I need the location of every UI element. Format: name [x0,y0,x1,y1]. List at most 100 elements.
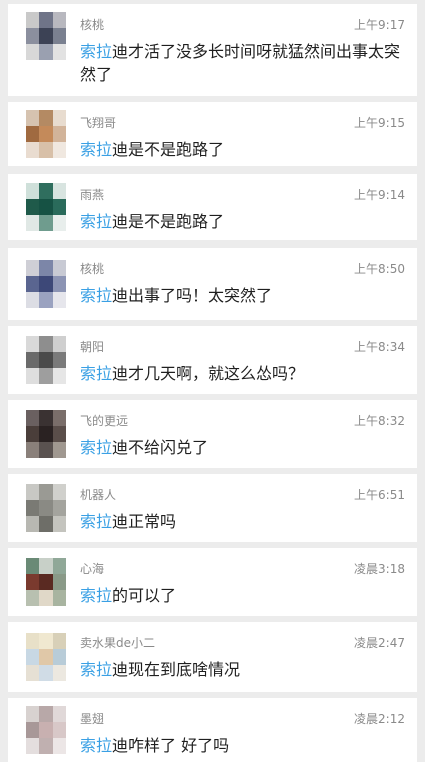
comment-text: 索拉迪现在到底啥情况 [80,658,405,681]
comment-item[interactable]: 飞翔哥 上午9:15 索拉迪是不是跑路了 [8,102,417,166]
avatar-pixel [39,142,53,158]
avatar-pixel [26,665,40,681]
username[interactable]: 卖水果de小二 [80,634,155,651]
comment-text: 索拉迪正常吗 [80,510,405,533]
avatar-pixel [26,738,40,754]
timestamp: 上午8:32 [354,414,405,428]
avatar-pixel [39,738,53,754]
avatar-pixel [52,426,66,442]
comment-body: 迪才几天啊，就这么怂吗？ [112,364,305,383]
comment-item[interactable]: 墨翅 凌晨2:12 索拉迪咋样了 好了吗 [8,698,417,762]
username[interactable]: 飞的更远 [80,412,128,429]
avatar-pixel [39,665,53,681]
avatar-pixel [39,426,53,442]
comment-text: 索拉迪才活了没多长时间呀就猛然间出事太突然了 [80,40,405,86]
avatar-pixel [26,142,40,158]
avatar-pixel [52,574,66,590]
avatar-pixel [39,722,53,738]
mention-link[interactable]: 索拉 [80,512,112,531]
avatar-pixel [52,44,66,60]
avatar[interactable] [26,484,66,532]
mention-link[interactable]: 索拉 [80,286,112,305]
timestamp: 凌晨2:12 [354,712,405,726]
avatar[interactable] [26,12,66,60]
avatar-pixel [52,442,66,458]
comment-body: 迪不给闪兑了 [112,438,209,457]
avatar[interactable] [26,410,66,458]
timestamp: 上午9:17 [354,18,405,32]
avatar[interactable] [26,706,66,754]
comment-body: 迪才活了没多长时间呀就猛然间出事太突然了 [80,42,401,84]
comment-item[interactable]: 朝阳 上午8:34 索拉迪才几天啊，就这么怂吗？ [8,326,417,394]
avatar[interactable] [26,260,66,308]
avatar-pixel [39,28,53,44]
avatar[interactable] [26,558,66,606]
username[interactable]: 核桃 [80,16,104,33]
avatar-pixel [39,183,53,199]
avatar-pixel [52,126,66,142]
mention-link[interactable]: 索拉 [80,586,112,605]
timestamp: 凌晨2:47 [354,636,405,650]
avatar[interactable] [26,183,66,231]
avatar-pixel [52,260,66,276]
avatar-pixel [39,126,53,142]
comment-body: 迪咋样了 好了吗 [112,736,230,755]
mention-link[interactable]: 索拉 [80,140,112,159]
avatar-pixel [39,199,53,215]
avatar-pixel [52,633,66,649]
avatar-pixel [52,516,66,532]
username[interactable]: 心海 [80,560,104,577]
avatar-pixel [39,276,53,292]
comment-text: 索拉迪是不是跑路了 [80,138,405,161]
avatar-pixel [26,410,40,426]
avatar[interactable] [26,633,66,681]
comment-item[interactable]: 雨燕 上午9:14 索拉迪是不是跑路了 [8,174,417,240]
mention-link[interactable]: 索拉 [80,736,112,755]
avatar-pixel [52,292,66,308]
comment-text: 索拉迪才几天啊，就这么怂吗？ [80,362,405,385]
comment-item[interactable]: 核桃 上午9:17 索拉迪才活了没多长时间呀就猛然间出事太突然了 [8,4,417,96]
avatar-pixel [39,110,53,126]
avatar-pixel [26,276,40,292]
avatar-pixel [52,706,66,722]
avatar-pixel [26,260,40,276]
avatar-pixel [26,706,40,722]
timestamp: 上午9:14 [354,188,405,202]
username[interactable]: 雨燕 [80,186,104,203]
avatar-pixel [52,215,66,231]
username[interactable]: 飞翔哥 [80,114,116,131]
timestamp: 凌晨3:18 [354,562,405,576]
username[interactable]: 机器人 [80,486,116,503]
username[interactable]: 朝阳 [80,338,104,355]
comment-item[interactable]: 飞的更远 上午8:32 索拉迪不给闪兑了 [8,400,417,468]
comment-item[interactable]: 核桃 上午8:50 索拉迪出事了吗！太突然了 [8,248,417,320]
avatar-pixel [52,410,66,426]
comment-item[interactable]: 卖水果de小二 凌晨2:47 索拉迪现在到底啥情况 [8,622,417,692]
username[interactable]: 墨翅 [80,710,104,727]
mention-link[interactable]: 索拉 [80,364,112,383]
mention-link[interactable]: 索拉 [80,660,112,679]
avatar-pixel [39,574,53,590]
avatar[interactable] [26,110,66,158]
avatar[interactable] [26,336,66,384]
mention-link[interactable]: 索拉 [80,438,112,457]
avatar-pixel [26,558,40,574]
timestamp: 上午8:50 [354,262,405,276]
avatar-pixel [39,292,53,308]
avatar-pixel [52,142,66,158]
avatar-pixel [26,199,40,215]
username[interactable]: 核桃 [80,260,104,277]
avatar-pixel [26,44,40,60]
comment-item[interactable]: 机器人 上午6:51 索拉迪正常吗 [8,474,417,542]
avatar-pixel [39,649,53,665]
avatar-pixel [52,12,66,28]
mention-link[interactable]: 索拉 [80,212,112,231]
mention-link[interactable]: 索拉 [80,42,112,61]
avatar-pixel [26,126,40,142]
comment-item[interactable]: 心海 凌晨3:18 索拉的可以了 [8,548,417,616]
avatar-pixel [39,352,53,368]
timestamp: 上午6:51 [354,488,405,502]
avatar-pixel [26,215,40,231]
avatar-pixel [26,590,40,606]
avatar-pixel [39,215,53,231]
